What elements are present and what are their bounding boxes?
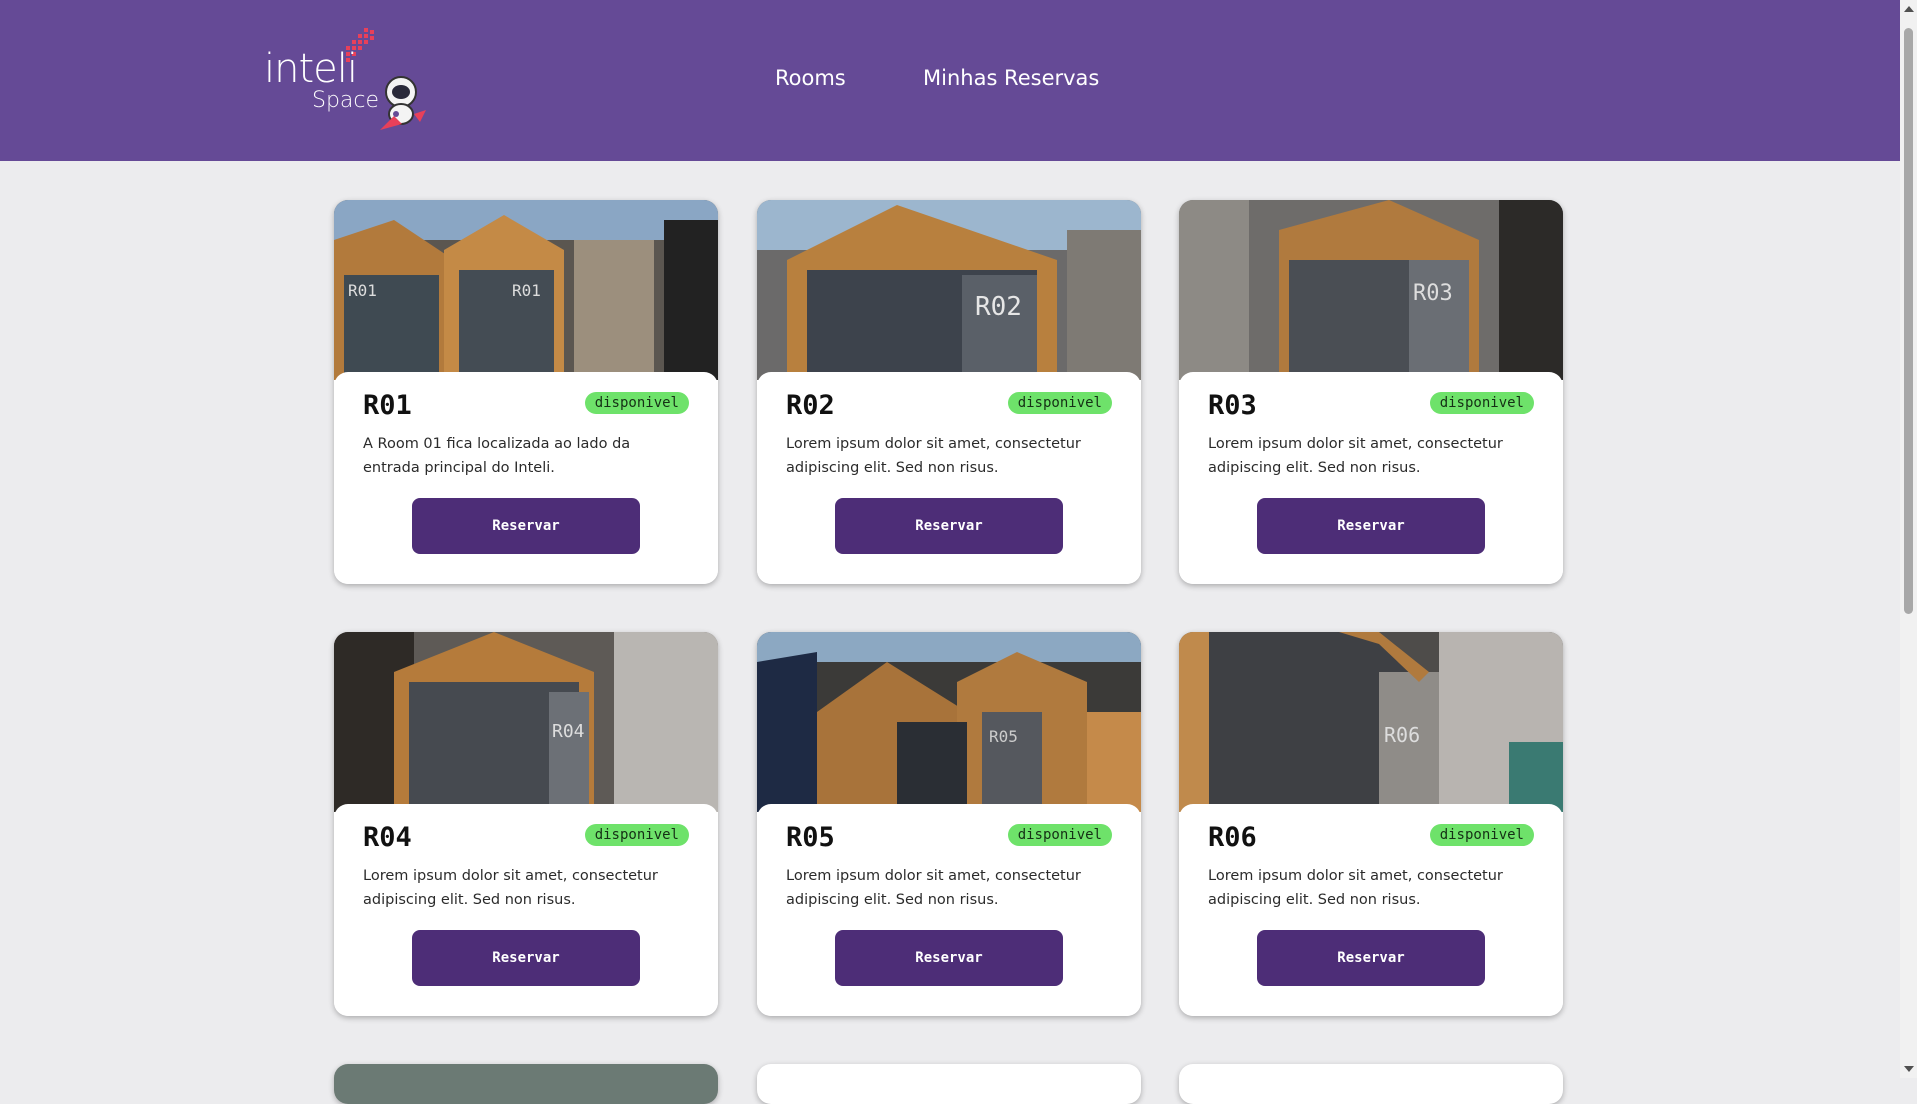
room-card-r02: R02 R02 disponivel Lorem ipsum dolor sit…	[757, 200, 1141, 584]
room-title: R03	[1208, 390, 1257, 421]
room-description: Lorem ipsum dolor sit amet, consectetur …	[1208, 868, 1503, 908]
page-scrollbar[interactable]	[1900, 0, 1917, 1078]
room-photo: R02	[757, 200, 1141, 380]
room-card-r04: R04 R04 disponivel Lorem ipsum dolor sit…	[334, 632, 718, 1016]
status-badge: disponivel	[1429, 824, 1534, 846]
reserve-button-r05[interactable]: Reservar	[835, 930, 1063, 986]
logo-subtitle: Space	[312, 88, 380, 113]
nav-rooms-link[interactable]: Rooms	[775, 66, 846, 90]
reserve-button-r01[interactable]: Reservar	[412, 498, 640, 554]
room-card-r06: R06 R06 disponivel Lorem ipsum dolor sit…	[1179, 632, 1563, 1016]
reserve-button-r04[interactable]: Reservar	[412, 930, 640, 986]
room-card-body: R03 disponivel Lorem ipsum dolor sit ame…	[1179, 372, 1563, 584]
reserve-button-r06[interactable]: Reservar	[1257, 930, 1485, 986]
status-badge: disponivel	[584, 824, 689, 846]
nav-minhas-reservas-link[interactable]: Minhas Reservas	[923, 66, 1099, 90]
room-photo: R06	[1179, 632, 1563, 812]
logo-text: inteli	[264, 46, 358, 92]
room-card-partial	[1179, 1064, 1563, 1104]
room-card-r05: R05 R05 disponivel Lorem ipsum dolor sit…	[757, 632, 1141, 1016]
scrollbar-thumb[interactable]	[1904, 28, 1913, 614]
svg-text:R03: R03	[1413, 281, 1453, 306]
room-title: R04	[363, 822, 412, 853]
top-header: inteli Space Rooms Minhas Reservas	[0, 0, 1900, 161]
astronaut-rocket-icon	[380, 76, 426, 130]
room-description: A Room 01 fica localizada ao lado da ent…	[363, 436, 631, 476]
room-title: R02	[786, 390, 835, 421]
room-description: Lorem ipsum dolor sit amet, consectetur …	[363, 868, 658, 908]
status-badge: disponivel	[1007, 392, 1112, 414]
room-card-body: R06 disponivel Lorem ipsum dolor sit ame…	[1179, 804, 1563, 1016]
svg-text:R04: R04	[552, 721, 585, 742]
svg-text:R01: R01	[348, 281, 377, 300]
room-card-r01: R01 R01 R01 disponivel A Room 01 fica lo…	[334, 200, 718, 584]
svg-text:R01: R01	[512, 281, 541, 300]
room-card-partial	[757, 1064, 1141, 1104]
room-card-r03: R03 R03 disponivel Lorem ipsum dolor sit…	[1179, 200, 1563, 584]
room-description: Lorem ipsum dolor sit amet, consectetur …	[786, 436, 1081, 476]
room-card-body: R04 disponivel Lorem ipsum dolor sit ame…	[334, 804, 718, 1016]
room-photo: R05	[757, 632, 1141, 812]
inteli-space-logo[interactable]: inteli Space	[262, 26, 432, 138]
reserve-button-r02[interactable]: Reservar	[835, 498, 1063, 554]
room-title: R05	[786, 822, 835, 853]
room-title: R01	[363, 390, 412, 421]
room-card-body: R02 disponivel Lorem ipsum dolor sit ame…	[757, 372, 1141, 584]
reserve-button-r03[interactable]: Reservar	[1257, 498, 1485, 554]
room-description: Lorem ipsum dolor sit amet, consectetur …	[1208, 436, 1503, 476]
scroll-up-arrow-icon[interactable]	[1904, 6, 1914, 12]
room-card-partial	[334, 1064, 718, 1104]
room-photo: R04	[334, 632, 718, 812]
status-badge: disponivel	[584, 392, 689, 414]
scroll-down-arrow-icon[interactable]	[1904, 1066, 1914, 1072]
svg-text:R02: R02	[975, 292, 1022, 322]
status-badge: disponivel	[1007, 824, 1112, 846]
room-photo: R01 R01	[334, 200, 718, 380]
status-badge: disponivel	[1429, 392, 1534, 414]
room-card-body: R01 disponivel A Room 01 fica localizada…	[334, 372, 718, 584]
svg-text:R05: R05	[989, 727, 1018, 746]
room-description: Lorem ipsum dolor sit amet, consectetur …	[786, 868, 1081, 908]
room-title: R06	[1208, 822, 1257, 853]
svg-text:R06: R06	[1384, 723, 1420, 747]
room-photo: R03	[1179, 200, 1563, 380]
room-card-body: R05 disponivel Lorem ipsum dolor sit ame…	[757, 804, 1141, 1016]
